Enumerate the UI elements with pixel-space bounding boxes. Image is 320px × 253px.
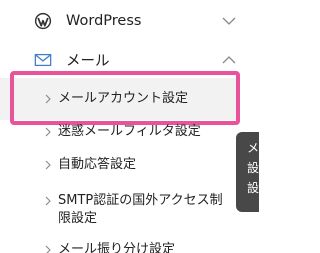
sidebar-subitem-label: 迷惑メールフィルタ設定: [58, 124, 201, 139]
side-tab-text: 設: [247, 181, 259, 195]
sidebar-subitem-label: メール振り分け設定: [58, 242, 176, 253]
sidebar-section-wordpress[interactable]: WordPress: [0, 6, 240, 36]
sidebar-subitem-smtp-foreign-access-settings[interactable]: SMTP認証の国外アクセス制 限設定: [0, 191, 240, 231]
sidebar-subitem-label: 自動応答設定: [58, 157, 137, 172]
chevron-right-icon: [45, 245, 51, 253]
chevron-right-icon: [45, 127, 51, 137]
wordpress-icon: [34, 12, 52, 30]
floating-side-tab[interactable]: メ 設 設: [236, 132, 259, 212]
sidebar-section-label: WordPress: [66, 13, 142, 29]
side-tab-text: 設: [247, 161, 259, 175]
sidebar-subitem-mail-sorting-settings[interactable]: メール振り分け設定: [0, 240, 240, 253]
sidebar-section-label: メール: [66, 53, 110, 70]
chevron-up-icon[interactable]: [222, 55, 236, 65]
sidebar-subitem-label: SMTP認証の国外アクセス制: [58, 193, 223, 208]
side-tab-text: メ: [247, 141, 259, 155]
chevron-down-icon[interactable]: [222, 16, 236, 26]
sidebar-subitem-auto-reply-settings[interactable]: 自動応答設定: [0, 155, 240, 175]
sidebar-nav: WordPress メール メールアカウント設定 迷惑メールフィルタ設定 自動応…: [0, 0, 240, 253]
mail-icon: [34, 53, 52, 67]
sidebar-subitem-label-line2: 限設定: [58, 211, 98, 226]
highlight-annotation-box: [10, 71, 240, 125]
chevron-right-icon: [45, 160, 51, 170]
sidebar-subitem-spam-filter-settings[interactable]: 迷惑メールフィルタ設定: [0, 122, 240, 142]
chevron-right-icon: [45, 196, 51, 206]
